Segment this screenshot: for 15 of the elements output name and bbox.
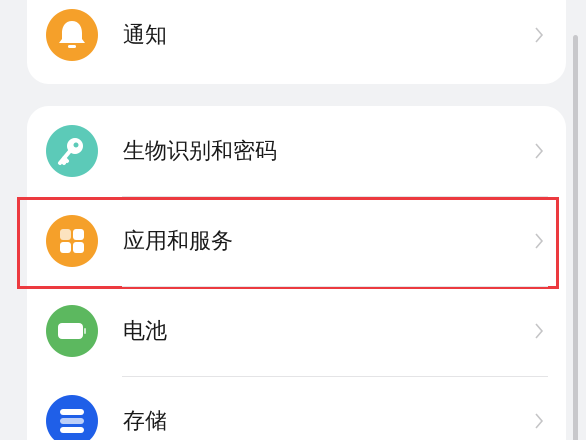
settings-row[interactable]: 电池 bbox=[27, 286, 566, 376]
row-label: 生物识别和密码 bbox=[123, 138, 278, 166]
row-label: 通知 bbox=[123, 22, 168, 50]
chevron-icon bbox=[534, 412, 544, 430]
chevron-icon bbox=[534, 232, 544, 250]
chevron-icon bbox=[534, 142, 544, 160]
chevron-icon bbox=[534, 26, 544, 44]
settings-row[interactable]: 应用和服务 bbox=[27, 196, 566, 286]
settings-row[interactable]: 存储 bbox=[27, 376, 566, 440]
row-label: 应用和服务 bbox=[123, 228, 234, 256]
row-label: 电池 bbox=[123, 318, 168, 346]
row-label: 存储 bbox=[123, 408, 168, 436]
settings-row[interactable]: 生物识别和密码 bbox=[27, 106, 566, 196]
settings-row[interactable]: 通知 bbox=[27, 0, 566, 80]
chevron-icon bbox=[534, 322, 544, 340]
